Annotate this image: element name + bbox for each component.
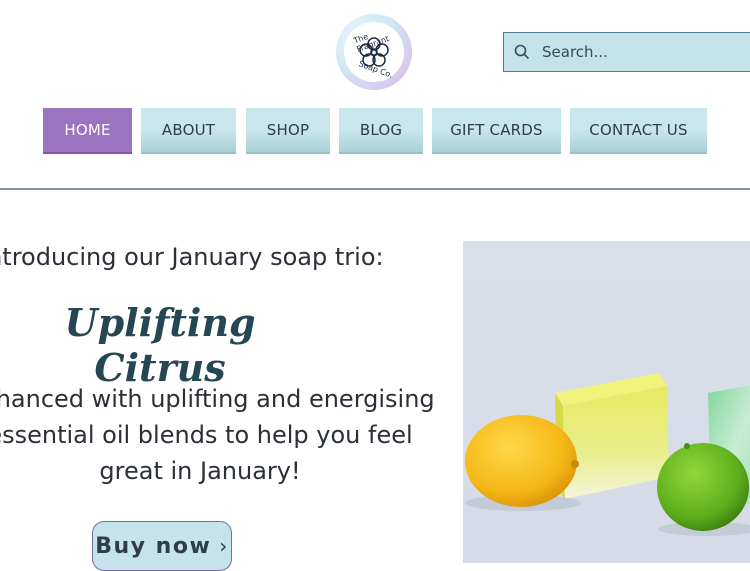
description-line: essential oil blends to help you feel	[0, 421, 413, 449]
header-divider	[0, 188, 750, 190]
nav-label: CONTACT US	[589, 121, 688, 139]
nav-item-blog[interactable]: BLOG	[339, 108, 423, 154]
nav-item-shop[interactable]: SHOP	[246, 108, 330, 154]
description-line: Enhanced with uplifting and energising	[0, 385, 435, 413]
search-input[interactable]	[540, 42, 724, 62]
buy-now-label: Buy now	[95, 533, 212, 559]
search-bar[interactable]	[503, 32, 750, 72]
nav-label: ABOUT	[161, 121, 216, 139]
nav-item-home[interactable]: HOME	[43, 108, 132, 154]
nav-item-about[interactable]: ABOUT	[141, 108, 236, 154]
nav-label: GIFT CARDS	[450, 121, 543, 139]
buy-now-button[interactable]: Buy now ›	[92, 521, 232, 571]
nav-label: BLOG	[359, 121, 403, 139]
description-line: great in January!	[99, 457, 301, 485]
product-photo	[463, 241, 750, 563]
nav-item-gift-cards[interactable]: GIFT CARDS	[432, 108, 561, 154]
nav-label: SHOP	[266, 121, 310, 139]
nav-label: HOME	[64, 121, 111, 139]
hero-intro: Introducing our January soap trio:	[0, 243, 384, 271]
nav-item-contact-us[interactable]: CONTACT US	[570, 108, 707, 154]
search-icon	[514, 44, 530, 60]
citrus-soap-image	[465, 373, 750, 536]
product-description: Enhanced with uplifting and energising e…	[0, 381, 480, 489]
brand-logo[interactable]: The Fragrant Soap Co.	[336, 14, 412, 90]
product-title: Uplifting Citrus	[64, 300, 256, 390]
chevron-right-icon: ›	[219, 534, 229, 558]
logo-badge: The Fragrant Soap Co.	[344, 22, 404, 82]
